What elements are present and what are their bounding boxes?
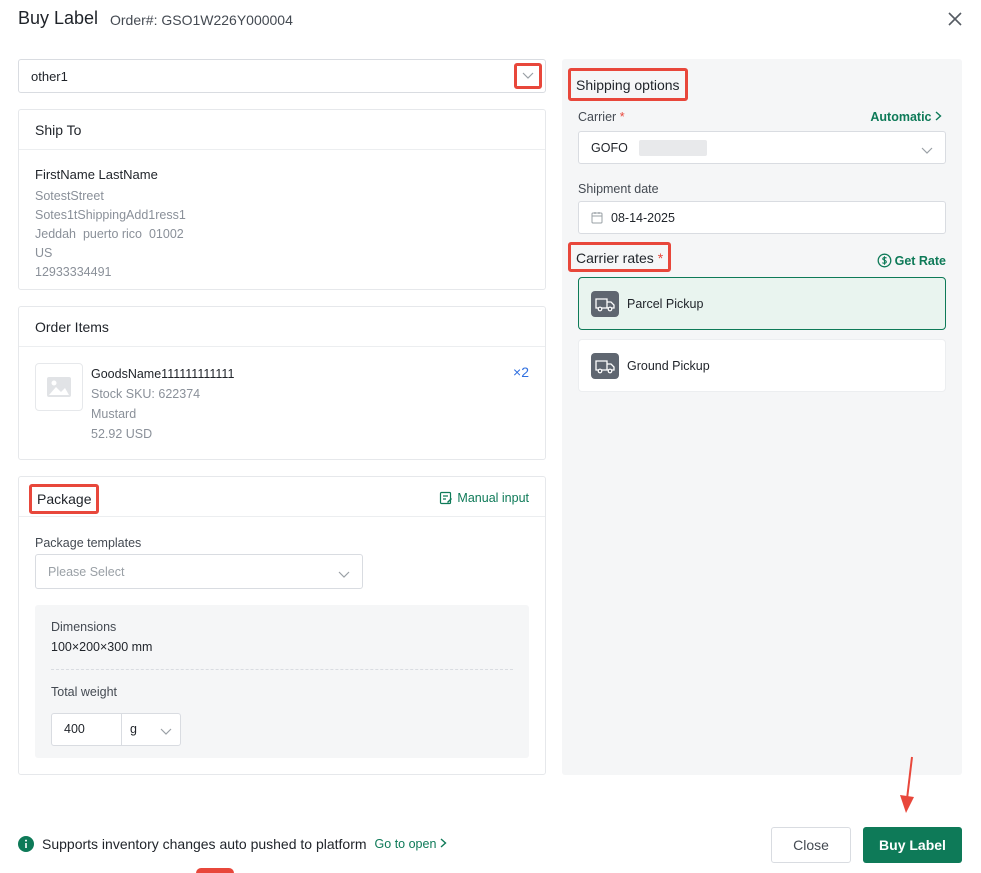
- package-templates-placeholder: Please Select: [48, 565, 125, 579]
- calendar-icon: [591, 211, 603, 227]
- buy-label-button[interactable]: Buy Label: [863, 827, 962, 863]
- close-icon[interactable]: [944, 8, 966, 30]
- rate-name: Ground Pickup: [627, 359, 710, 373]
- truck-icon: [591, 291, 619, 317]
- ship-to-title: Ship To: [35, 122, 82, 138]
- chevron-down-icon: [921, 143, 933, 158]
- inventory-info-bar: Supports inventory changes auto pushed t…: [18, 836, 447, 852]
- item-quantity: ×2: [513, 364, 529, 380]
- street-line: SotestStreet: [35, 189, 104, 203]
- order-items-title: Order Items: [35, 319, 109, 335]
- dialog-title: Buy Label: [18, 8, 99, 28]
- chevron-down-icon: [338, 567, 350, 582]
- weight-input[interactable]: 400: [52, 714, 122, 745]
- get-rate-label: Get Rate: [894, 253, 946, 268]
- chevron-right-icon: [440, 838, 447, 848]
- carrier-label: Carrier *: [578, 110, 625, 124]
- shipment-date-input[interactable]: 08-14-2025: [578, 201, 946, 234]
- package-templates-label: Package templates: [35, 536, 142, 550]
- variant: Mustard: [91, 407, 137, 421]
- carrier-rates-title: Carrier rates *: [568, 242, 672, 272]
- stock-sku: Stock SKU: 622374: [91, 387, 201, 401]
- annotation-arrow-icon: [895, 755, 919, 820]
- item-price: 52.92 USD: [91, 427, 153, 441]
- carrier-select[interactable]: GOFO: [578, 131, 946, 164]
- go-to-open-label: Go to open: [374, 837, 437, 851]
- package-templates-select[interactable]: Please Select: [35, 554, 363, 589]
- ship-to-card: Ship To FirstName LastName SotestStreet …: [18, 109, 546, 290]
- carrier-value: GOFO: [591, 141, 628, 155]
- highlight-marker: [196, 868, 234, 873]
- package-title: Package: [29, 484, 100, 514]
- rate-option-parcel-pickup[interactable]: Parcel Pickup: [578, 277, 946, 330]
- package-header: Package Manual input: [19, 477, 545, 517]
- ship-to-address: FirstName LastName SotestStreet Sotes1tS…: [35, 165, 186, 282]
- redacted-text: [639, 140, 707, 156]
- image-placeholder-icon: [35, 363, 83, 411]
- dimensions-value: 100×200×300 mm: [51, 640, 153, 654]
- shipping-options-panel: Shipping options Carrier * Automatic GOF…: [562, 59, 962, 775]
- weight-field: 400 g: [51, 713, 181, 746]
- divider: [51, 669, 513, 670]
- total-weight-label: Total weight: [51, 685, 118, 699]
- order-number: Order#: GSO1W226Y000004: [110, 12, 293, 28]
- chevron-down-icon[interactable]: [514, 63, 542, 89]
- dimensions-panel: Dimensions 100×200×300 mm Total weight 4…: [35, 605, 529, 758]
- package-card: Package Manual input Package templates P…: [18, 476, 546, 775]
- manual-input-label: Manual input: [457, 491, 529, 505]
- chevron-down-icon: [160, 724, 172, 739]
- chevron-right-icon: [935, 111, 942, 121]
- required-mark: *: [619, 110, 625, 124]
- recipient-name: FirstName LastName: [35, 167, 158, 182]
- ship-to-header: Ship To: [19, 110, 545, 150]
- info-text: Supports inventory changes auto pushed t…: [42, 836, 367, 852]
- rate-name: Parcel Pickup: [627, 297, 704, 311]
- order-items-card: Order Items GoodsName111111111111 Stock …: [18, 306, 546, 460]
- dollar-circle-icon: [877, 253, 892, 268]
- info-icon: [18, 836, 34, 852]
- phone-line: 12933334491: [35, 265, 112, 279]
- shipment-date-value: 08-14-2025: [611, 211, 675, 225]
- address2-line: Sotes1tShippingAdd1ress1: [35, 208, 186, 222]
- goods-name: GoodsName111111111111: [91, 367, 235, 381]
- carrier-rates-label: Carrier rates: [576, 250, 654, 266]
- shipping-options-title: Shipping options: [568, 68, 688, 101]
- shipment-date-label: Shipment date: [578, 182, 659, 196]
- order-items-header: Order Items: [19, 307, 545, 347]
- get-rate-button[interactable]: Get Rate: [877, 253, 946, 268]
- go-to-open-link[interactable]: Go to open: [375, 837, 447, 851]
- close-button[interactable]: Close: [771, 827, 851, 863]
- rate-option-ground-pickup[interactable]: Ground Pickup: [578, 339, 946, 392]
- edit-doc-icon: [440, 491, 453, 505]
- automatic-label: Automatic: [870, 110, 932, 124]
- store-select[interactable]: other1: [18, 59, 546, 93]
- store-select-value: other1: [31, 69, 68, 84]
- truck-icon: [591, 353, 619, 379]
- automatic-link[interactable]: Automatic: [870, 110, 942, 124]
- item-details: GoodsName111111111111 Stock SKU: 622374 …: [91, 364, 234, 444]
- weight-unit-select[interactable]: g: [130, 722, 137, 736]
- city-line: Jeddah puerto rico 01002: [35, 227, 184, 241]
- dimensions-label: Dimensions: [51, 620, 117, 634]
- country-line: US: [35, 246, 53, 260]
- carrier-label-text: Carrier: [578, 110, 617, 124]
- manual-input-link[interactable]: Manual input: [439, 491, 529, 505]
- required-mark: *: [657, 250, 664, 266]
